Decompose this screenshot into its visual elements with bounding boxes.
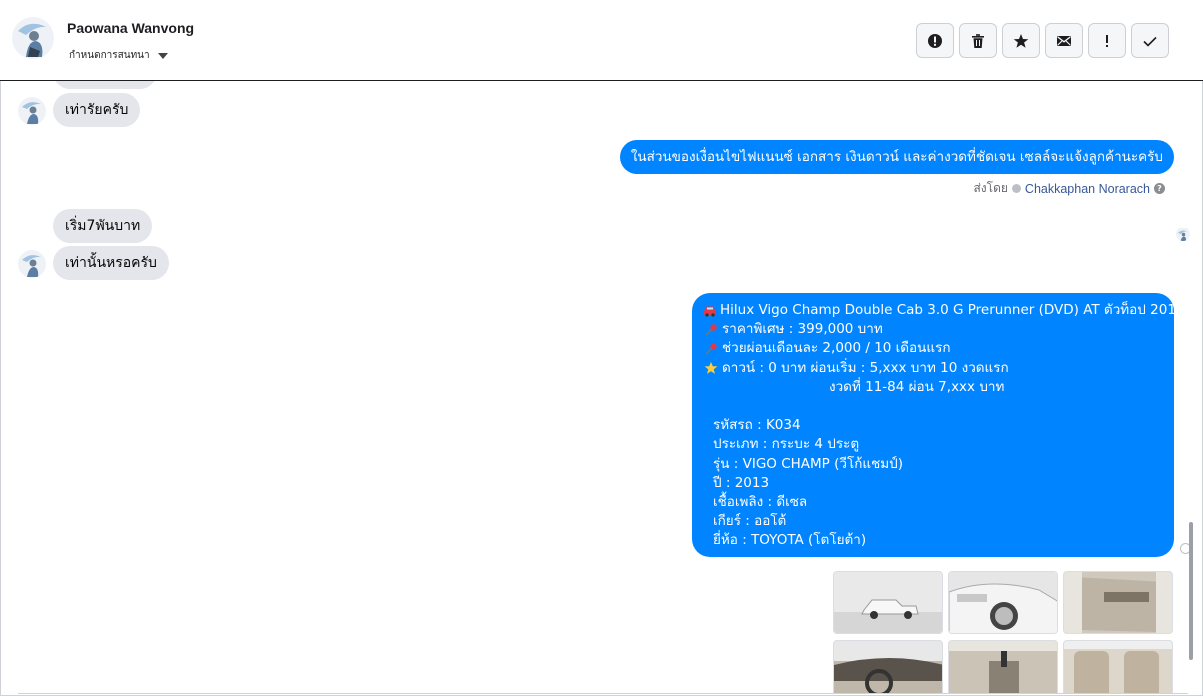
photo-attachment-grid [833, 571, 1173, 693]
listing-brand: ยี่ห้อ : TOYOTA (โตโยต้า) [713, 532, 867, 549]
car-photo-dashboard[interactable] [833, 640, 943, 693]
message-bubble-incoming-cut [53, 81, 157, 89]
sent-by-info: ส่งโดย Chakkaphan Norarach ? [973, 179, 1165, 198]
sent-by-agent[interactable]: Chakkaphan Norarach [1025, 182, 1150, 196]
car-emoji-icon [703, 305, 717, 317]
pushpin-icon [703, 323, 719, 336]
listing-model: รุ่น : VIGO CHAMP (วีโก้แชมป์) [713, 455, 903, 472]
star-icon [1013, 33, 1029, 48]
listing-down-payment: ดาวน์ : 0 บาท ผ่อนเริ่ม : 5,xxx บาท 10 ง… [722, 359, 1009, 376]
pushpin-icon [703, 342, 719, 355]
envelope-icon [1057, 35, 1071, 46]
alert-circle-icon [928, 33, 942, 48]
report-button[interactable] [916, 23, 954, 58]
seen-avatar-icon [1176, 227, 1190, 241]
conversation-header: Paowana Wanvong กำหนดการสนทนา [0, 0, 1203, 81]
listing-year: ปี : 2013 [713, 474, 770, 491]
header-actions [916, 23, 1169, 58]
car-photo-exterior-front[interactable] [948, 571, 1058, 634]
exclamation-icon [1106, 34, 1108, 47]
contact-avatar-small [18, 97, 46, 125]
star-emoji-icon [703, 361, 719, 375]
agent-avatar-icon [1011, 184, 1021, 193]
composer-divider [18, 693, 1188, 694]
listing-code: รหัสรถ : K034 [713, 417, 801, 434]
assign-conversation-dropdown[interactable]: กำหนดการสนทนา [69, 48, 168, 63]
listing-message-bubble[interactable]: Hilux Vigo Champ Double Cab 3.0 G Prerun… [692, 293, 1185, 557]
car-photo-interior-door[interactable] [1063, 571, 1173, 634]
done-button[interactable] [1131, 23, 1169, 58]
help-icon[interactable]: ? [1154, 183, 1165, 194]
listing-period: งวดที่ 11-84 ผ่อน 7,xxx บาท [829, 378, 1005, 395]
delete-button[interactable] [959, 23, 997, 58]
message-bubble-incoming[interactable]: เริ่ม7พันบาท [53, 209, 153, 243]
car-photo-gear-shifter[interactable] [948, 640, 1058, 693]
listing-gear: เกียร์ : ออโต้ [713, 513, 787, 530]
check-icon [1143, 36, 1157, 47]
mark-unread-button[interactable] [1045, 23, 1083, 58]
contact-name[interactable]: Paowana Wanvong [67, 20, 194, 36]
star-button[interactable] [1002, 23, 1040, 58]
message-bubble-incoming[interactable]: เท่านั้นหรอครับ [53, 246, 169, 280]
listing-fuel: เชื้อเพลิง : ดีเซล [713, 493, 808, 510]
message-bubble-outgoing[interactable]: ในส่วนของเงื่อนไขไฟแนนซ์ เอกสาร เงินดาวน… [619, 140, 1174, 174]
listing-price: ราคาพิเศษ : 399,000 บาท [722, 321, 883, 338]
car-photo-exterior-side[interactable] [833, 571, 943, 634]
assign-label: กำหนดการสนทนา [69, 50, 150, 61]
sent-by-label: ส่งโดย [973, 181, 1008, 195]
thread-scrollbar[interactable] [1189, 522, 1193, 660]
listing-installment: ช่วยผ่อนเดือนละ 2,000 / 10 เดือนแรก [722, 340, 951, 357]
caret-down-icon [157, 52, 168, 59]
message-bubble-incoming[interactable]: เท่ารัยครับ [53, 93, 141, 127]
important-button[interactable] [1088, 23, 1126, 58]
trash-icon [972, 33, 984, 48]
contact-avatar[interactable] [12, 17, 54, 59]
contact-avatar-small [18, 250, 46, 278]
message-thread[interactable]: เท่ารัยครับ ในส่วนของเงื่อนไขไฟแนนซ์ เอก… [0, 81, 1195, 693]
listing-type: ประเภท : กระบะ 4 ประตู [713, 436, 860, 453]
car-photo-seats[interactable] [1063, 640, 1173, 693]
listing-title: Hilux Vigo Champ Double Cab 3.0 G Prerun… [720, 302, 1185, 318]
